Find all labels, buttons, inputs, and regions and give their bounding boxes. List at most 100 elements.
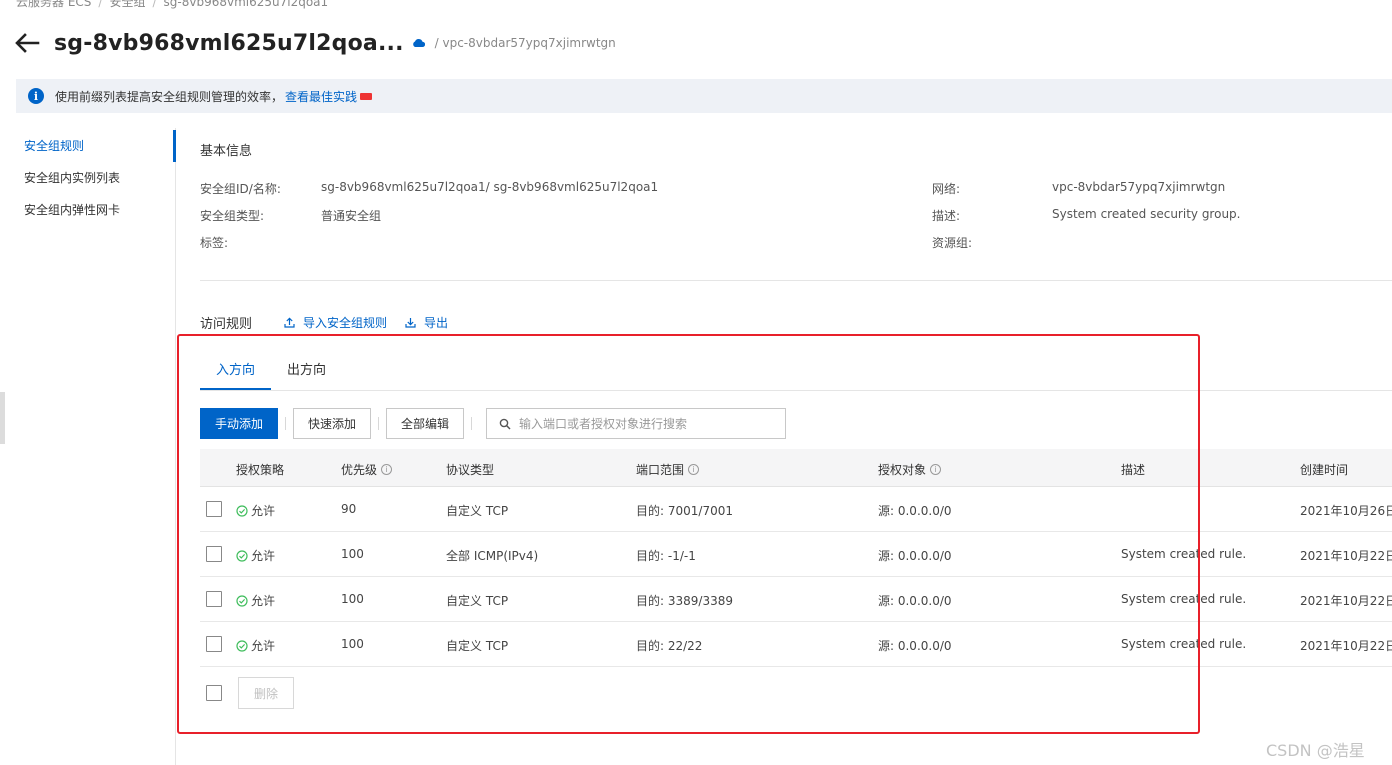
watermark: CSDN @浩星 xyxy=(1266,741,1365,760)
network-label: 网络: xyxy=(932,182,961,196)
check-circle-icon xyxy=(236,594,248,607)
table-row: 允许 100 自定义 TCP 目的: 3389/3389 源: 0.0.0.0/… xyxy=(200,577,1392,622)
description-value: System created security group. xyxy=(1052,207,1241,221)
rules-table: 授权策略 优先级 i 协议类型 端口范围 i 授权对象 i 描述 创建时间 允许 90… xyxy=(200,449,1392,717)
policy-cell: 允许 xyxy=(236,502,275,519)
best-practice-link[interactable]: 查看最佳实践 xyxy=(285,88,357,105)
sidebar-item-instances[interactable]: 安全组内实例列表 xyxy=(0,160,175,192)
vpc-id: / vpc-8vbdar57ypq7xjimrwtgn xyxy=(434,36,616,50)
breadcrumb-separator: / xyxy=(98,0,103,9)
help-icon[interactable]: i xyxy=(930,464,942,475)
cloud-icon[interactable] xyxy=(412,36,426,50)
network-value: vpc-8vbdar57ypq7xjimrwtgn xyxy=(1052,180,1226,194)
divider xyxy=(471,417,473,430)
upload-icon xyxy=(284,317,295,328)
check-circle-icon xyxy=(236,639,248,652)
page-title: sg-8vb968vml625u7l2qoa... xyxy=(54,30,404,56)
divider xyxy=(285,417,287,430)
port-value: 目的: 7001/7001 xyxy=(636,504,733,518)
priority-value: 100 xyxy=(341,547,364,561)
search-icon xyxy=(499,418,511,430)
priority-value: 100 xyxy=(341,637,364,651)
table-row: 允许 90 自定义 TCP 目的: 7001/7001 源: 0.0.0.0/0… xyxy=(200,487,1392,532)
description-value: System created rule. xyxy=(1121,592,1247,606)
source-value: 源: 0.0.0.0/0 xyxy=(878,639,952,653)
resource-group-label: 资源组: xyxy=(932,236,973,250)
check-circle-icon xyxy=(236,504,248,517)
sg-id-label: 安全组ID/名称: xyxy=(200,182,281,196)
description-value: System created rule. xyxy=(1121,637,1247,651)
sidebar: 安全组规则 安全组内实例列表 安全组内弹性网卡 xyxy=(0,128,176,765)
created-value: 2021年10月22日 xyxy=(1300,594,1392,608)
collapse-handle[interactable] xyxy=(0,392,5,444)
search-box[interactable] xyxy=(486,408,787,439)
col-source-label: 授权对象 xyxy=(878,463,927,477)
sg-type-value: 普通安全组 xyxy=(321,209,382,223)
source-value: 源: 0.0.0.0/0 xyxy=(878,549,952,563)
help-icon[interactable]: i xyxy=(381,464,393,475)
select-all-checkbox[interactable] xyxy=(206,685,222,701)
col-priority: 优先级 i xyxy=(341,461,393,478)
col-port-range-label: 端口范围 xyxy=(636,463,685,477)
policy-value: 允许 xyxy=(251,594,276,608)
protocol-value: 全部 ICMP(IPv4) xyxy=(446,549,539,563)
sg-id-value: sg-8vb968vml625u7l2qoa1/ sg-8vb968vml625… xyxy=(321,180,659,194)
table-row: 允许 100 全部 ICMP(IPv4) 目的: -1/-1 源: 0.0.0.… xyxy=(200,532,1392,577)
created-value: 2021年10月26日 xyxy=(1300,504,1392,518)
table-row: 允许 100 自定义 TCP 目的: 22/22 源: 0.0.0.0/0 Sy… xyxy=(200,622,1392,667)
notice-text: 使用前缀列表提高安全组规则管理的效率， xyxy=(55,89,284,104)
col-created: 创建时间 xyxy=(1300,463,1349,477)
breadcrumb: 云服务器 ECS / 安全组 / sg-8vb968vml625u7l2qoa1 xyxy=(16,0,328,10)
breadcrumb-security-group[interactable]: 安全组 xyxy=(109,0,145,9)
rules-toolbar: 手动添加 快速添加 全部编辑 xyxy=(200,408,787,439)
tab-outbound[interactable]: 出方向 xyxy=(271,354,342,390)
row-checkbox[interactable] xyxy=(206,636,222,652)
protocol-value: 自定义 TCP xyxy=(446,594,509,608)
search-input[interactable] xyxy=(519,416,770,431)
row-checkbox[interactable] xyxy=(206,591,222,607)
description-label: 描述: xyxy=(932,209,961,223)
back-arrow-icon[interactable] xyxy=(14,29,42,57)
breadcrumb-ecs[interactable]: 云服务器 ECS xyxy=(16,0,91,9)
rules-title: 访问规则 xyxy=(200,317,253,332)
col-port-range: 端口范围 i xyxy=(636,461,700,478)
manual-add-button[interactable]: 手动添加 xyxy=(200,408,279,439)
quick-add-button[interactable]: 快速添加 xyxy=(293,408,372,439)
source-value: 源: 0.0.0.0/0 xyxy=(878,594,952,608)
row-checkbox[interactable] xyxy=(206,546,222,562)
col-description: 描述 xyxy=(1121,463,1146,477)
source-value: 源: 0.0.0.0/0 xyxy=(878,504,952,518)
priority-value: 90 xyxy=(341,502,357,516)
priority-value: 100 xyxy=(341,592,364,606)
breadcrumb-separator: / xyxy=(152,0,157,9)
divider xyxy=(378,417,380,430)
import-rules-link[interactable]: 导入安全组规则 xyxy=(284,314,387,331)
col-protocol: 协议类型 xyxy=(446,463,495,477)
new-badge xyxy=(360,92,373,100)
port-value: 目的: -1/-1 xyxy=(636,549,696,563)
policy-value: 允许 xyxy=(251,639,276,653)
info-notice: i 使用前缀列表提高安全组规则管理的效率， 查看最佳实践 xyxy=(16,79,1392,113)
protocol-value: 自定义 TCP xyxy=(446,504,509,518)
description-value: System created rule. xyxy=(1121,547,1247,561)
sg-type-label: 安全组类型: xyxy=(200,209,265,223)
basic-info-title: 基本信息 xyxy=(200,144,253,159)
help-icon[interactable]: i xyxy=(688,464,700,475)
table-footer: 删除 xyxy=(200,667,1392,717)
policy-cell: 允许 xyxy=(236,547,275,564)
page-header: sg-8vb968vml625u7l2qoa... / vpc-8vbdar57… xyxy=(14,26,616,60)
created-value: 2021年10月22日 xyxy=(1300,549,1392,563)
sidebar-item-eni[interactable]: 安全组内弹性网卡 xyxy=(0,192,175,224)
col-source: 授权对象 i xyxy=(878,461,942,478)
row-checkbox[interactable] xyxy=(206,501,222,517)
export-link[interactable]: 导出 xyxy=(405,314,448,331)
created-value: 2021年10月22日 xyxy=(1300,639,1392,653)
edit-all-button[interactable]: 全部编辑 xyxy=(386,408,465,439)
port-value: 目的: 22/22 xyxy=(636,639,703,653)
delete-button[interactable]: 删除 xyxy=(238,677,294,709)
sidebar-item-security-group-rules[interactable]: 安全组规则 xyxy=(0,128,176,162)
info-icon: i xyxy=(28,88,44,104)
col-policy: 授权策略 xyxy=(236,463,285,477)
tab-inbound[interactable]: 入方向 xyxy=(200,354,272,390)
port-value: 目的: 3389/3389 xyxy=(636,594,733,608)
